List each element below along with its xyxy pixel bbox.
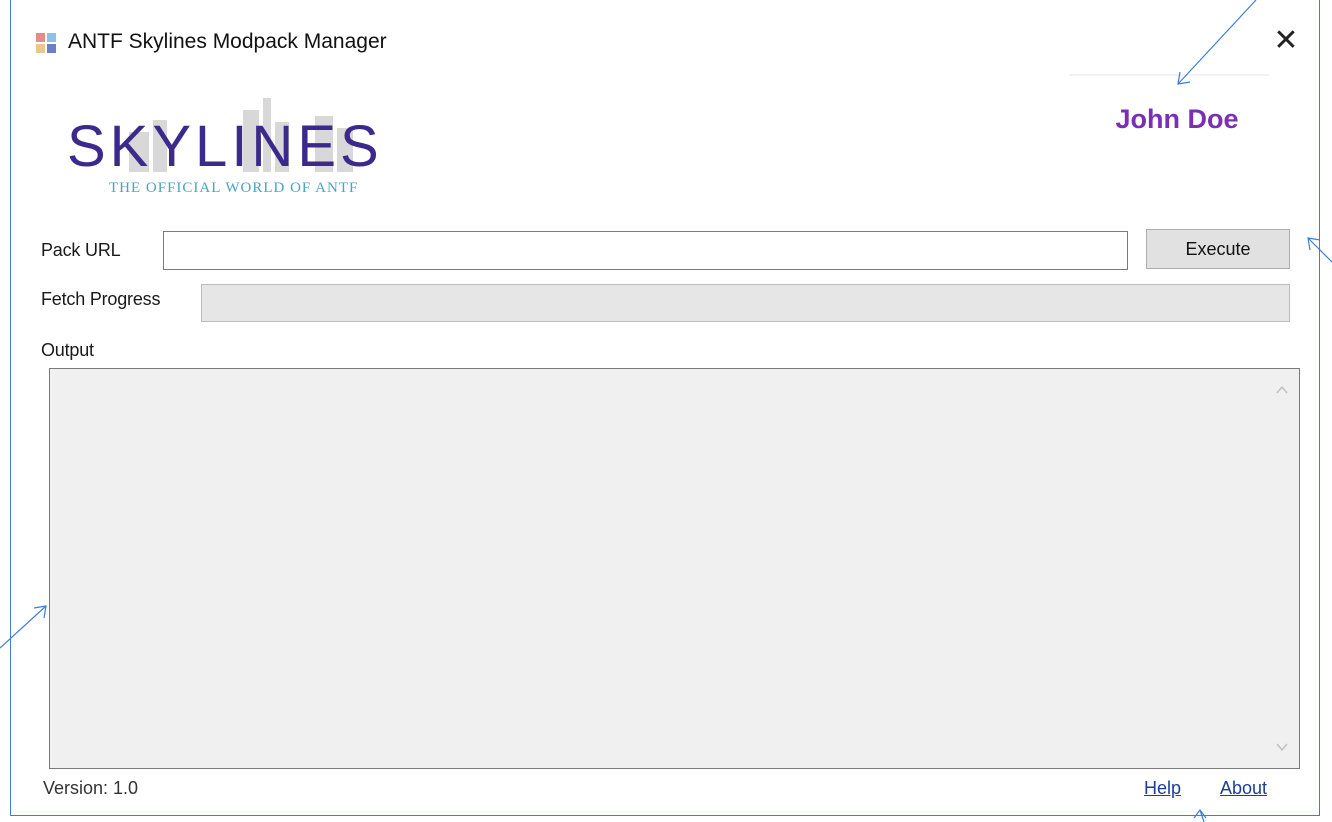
title-bar[interactable]: ANTF Skylines Modpack Manager ✕ xyxy=(11,0,1319,82)
user-name: John Doe xyxy=(1115,104,1239,134)
scroll-up-icon[interactable] xyxy=(1265,373,1299,407)
skylines-logo: SKYLINES THE OFFICIAL WORLD OF ANTF xyxy=(67,98,383,196)
window-title: ANTF Skylines Modpack Manager xyxy=(68,30,387,53)
output-label: Output xyxy=(41,340,94,360)
version-label: Version: 1.0 xyxy=(43,778,139,798)
output-textbox[interactable] xyxy=(49,368,1300,769)
app-window: ANTF Skylines Modpack Manager ✕ SKYLINES… xyxy=(10,0,1320,816)
app-icon xyxy=(36,33,56,53)
close-button[interactable]: ✕ xyxy=(1267,22,1305,60)
user-underline xyxy=(1069,74,1269,76)
fetch-progress-label: Fetch Progress xyxy=(41,289,161,309)
execute-button[interactable]: Execute xyxy=(1146,229,1290,269)
help-link[interactable]: Help xyxy=(1144,778,1181,799)
output-scrollbar[interactable] xyxy=(1264,369,1299,768)
pack-url-input[interactable] xyxy=(163,231,1128,270)
close-icon: ✕ xyxy=(1273,24,1299,57)
logo-wordmark: SKYLINES xyxy=(67,114,383,179)
pack-url-label: Pack URL xyxy=(41,240,121,260)
output-text xyxy=(50,369,1299,381)
fetch-progress-bar xyxy=(201,284,1290,322)
scroll-down-icon[interactable] xyxy=(1265,730,1299,764)
logo-tagline: THE OFFICIAL WORLD OF ANTF xyxy=(109,180,358,196)
about-link[interactable]: About xyxy=(1220,778,1267,799)
